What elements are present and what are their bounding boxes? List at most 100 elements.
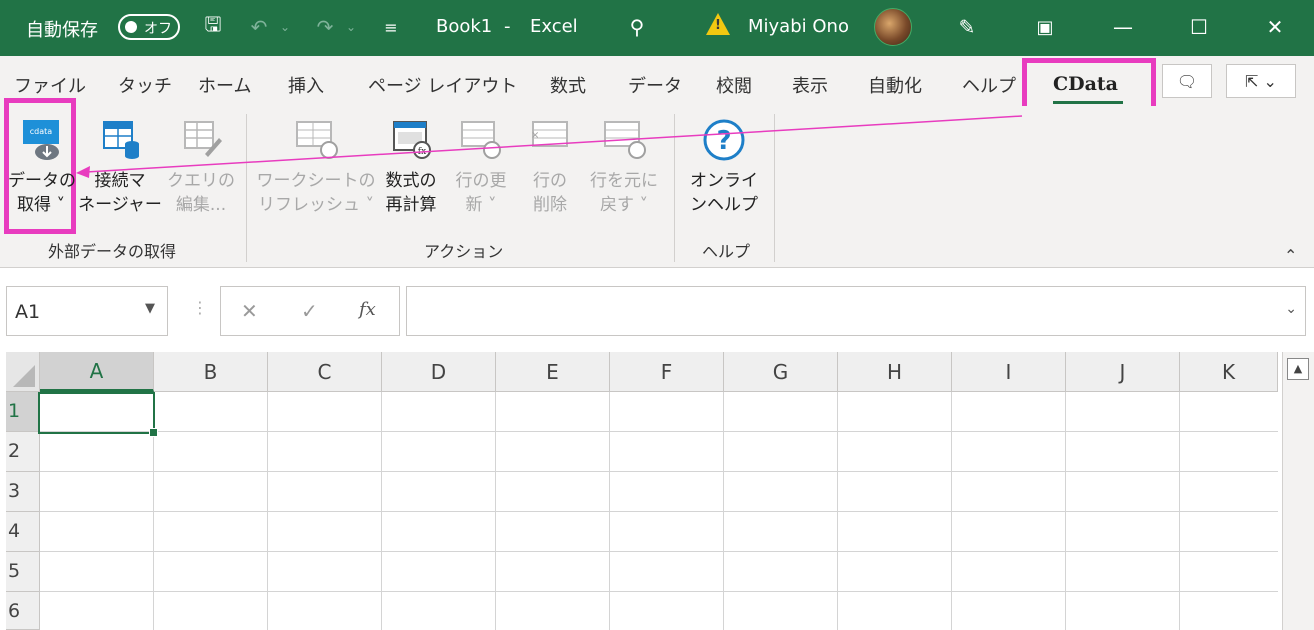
title-bar: 自動保存 オフ 🖫 ↶ ⌄ ↷ ⌄ ≡ Book1 - Excel ⚲ ! Mi…: [0, 0, 1314, 56]
column-header[interactable]: F: [610, 352, 724, 392]
row-header[interactable]: 6: [6, 592, 40, 630]
conn-mgr-line1: 接続マ: [94, 171, 146, 191]
row-header[interactable]: 3: [6, 472, 40, 512]
redo-dropdown-icon[interactable]: ⌄: [336, 12, 366, 42]
group-separator: [246, 114, 247, 262]
column-header[interactable]: A: [40, 352, 154, 392]
name-box[interactable]: A1 ▼: [6, 286, 168, 336]
vertical-scrollbar[interactable]: ▲: [1282, 352, 1314, 630]
column-header[interactable]: I: [952, 352, 1066, 392]
user-name[interactable]: Miyabi Ono: [748, 16, 849, 37]
svg-text:?: ?: [716, 126, 731, 156]
get-data-line2: 取得 ˅: [17, 195, 65, 215]
column-header[interactable]: K: [1180, 352, 1278, 392]
cell-area[interactable]: [40, 392, 1278, 630]
row-delete-line2: 削除: [533, 195, 567, 215]
tab-insert[interactable]: 挿入: [288, 72, 324, 98]
restore-row-icon: [604, 121, 646, 159]
formula-bar: A1 ▼ ⋮ ✕ ✓ fx ⌄: [0, 268, 1314, 352]
row-header[interactable]: 5: [6, 552, 40, 592]
minimize-icon[interactable]: —: [1108, 12, 1138, 42]
group-separator: [674, 114, 675, 262]
connection-manager-button[interactable]: 接続マ ネージャー: [78, 116, 162, 217]
insert-function-icon[interactable]: fx: [359, 299, 376, 320]
row-header[interactable]: 2: [6, 432, 40, 472]
edit-query-button[interactable]: クエリの編集...: [164, 116, 238, 217]
excel-window: 自動保存 オフ 🖫 ↶ ⌄ ↷ ⌄ ≡ Book1 - Excel ⚲ ! Mi…: [0, 0, 1314, 630]
enter-icon[interactable]: ✓: [301, 299, 318, 323]
ribbon-display-icon[interactable]: ▣: [1030, 12, 1060, 42]
conn-mgr-line2: ネージャー: [78, 195, 162, 215]
row-header[interactable]: 4: [6, 512, 40, 552]
column-header[interactable]: G: [724, 352, 838, 392]
row-restore-line1: 行を元に: [590, 171, 658, 191]
column-header[interactable]: E: [496, 352, 610, 392]
column-header[interactable]: C: [268, 352, 382, 392]
query-edit-line2: 編集...: [175, 195, 227, 215]
tab-file[interactable]: ファイル: [14, 72, 86, 98]
comments-button[interactable]: 🗨: [1162, 64, 1212, 98]
tab-cdata-label: CData: [1053, 73, 1118, 95]
query-edit-line1: クエリの: [167, 171, 235, 191]
share-button[interactable]: ⇱ ⌄: [1226, 64, 1296, 98]
formula-input[interactable]: ⌄: [406, 286, 1306, 336]
active-tab-underline: [1053, 101, 1123, 104]
active-cell[interactable]: [38, 392, 158, 437]
doc-title: Book1: [436, 16, 493, 37]
scroll-up-icon[interactable]: ▲: [1287, 358, 1309, 380]
tab-review[interactable]: 校閲: [716, 72, 752, 98]
connection-table-icon: [103, 121, 139, 159]
row-update-line1: 行の更: [455, 171, 507, 191]
expand-formula-icon[interactable]: ⌄: [1285, 301, 1297, 317]
tab-automate[interactable]: 自動化: [868, 72, 922, 98]
save-icon[interactable]: 🖫: [198, 12, 228, 42]
cancel-icon[interactable]: ✕: [241, 299, 258, 323]
maximize-icon[interactable]: ☐: [1184, 12, 1214, 42]
formula-bar-grip-icon[interactable]: ⋮: [192, 298, 208, 317]
autosave-toggle[interactable]: オフ: [118, 14, 180, 40]
get-data-button[interactable]: cdata データの 取得 ˅: [8, 116, 76, 217]
tab-home[interactable]: ホーム: [198, 72, 251, 98]
restore-row-button[interactable]: 行を元に 戻す ˅: [584, 116, 664, 217]
name-box-dropdown-icon[interactable]: ▼: [145, 301, 155, 316]
refresh-line2: リフレッシュ ˅: [258, 195, 374, 215]
warning-icon[interactable]: !: [706, 13, 730, 35]
refresh-worksheet-button[interactable]: ワークシートの リフレッシュ ˅: [256, 116, 376, 217]
app-name: Excel: [530, 16, 578, 37]
pen-icon[interactable]: ✎: [952, 12, 982, 42]
column-header[interactable]: J: [1066, 352, 1180, 392]
undo-dropdown-icon[interactable]: ⌄: [270, 12, 300, 42]
update-row-button[interactable]: 行の更新 ˅: [446, 116, 516, 217]
search-icon[interactable]: ⚲: [622, 12, 652, 42]
tab-page-layout[interactable]: ページ レイアウト: [368, 72, 517, 98]
delete-row-icon: ×: [531, 121, 568, 147]
column-header[interactable]: B: [154, 352, 268, 392]
tab-help[interactable]: ヘルプ: [962, 72, 1016, 98]
user-avatar[interactable]: [874, 8, 912, 46]
tab-view[interactable]: 表示: [792, 72, 828, 98]
toggle-knob: [125, 21, 137, 33]
column-header[interactable]: H: [838, 352, 952, 392]
tab-data[interactable]: データ: [628, 72, 682, 98]
group-label-help: ヘルプ: [702, 242, 751, 261]
tab-touch[interactable]: タッチ: [118, 72, 172, 98]
collapse-ribbon-icon[interactable]: ⌃: [1284, 246, 1297, 265]
close-icon[interactable]: ✕: [1260, 12, 1290, 42]
column-header[interactable]: D: [382, 352, 496, 392]
recalculate-button[interactable]: fx 数式の 再計算: [378, 116, 444, 217]
tab-formulas[interactable]: 数式: [550, 72, 586, 98]
online-help-button[interactable]: ? オンラインヘルプ: [684, 116, 764, 217]
calculator-icon: fx: [393, 121, 431, 159]
online-help-line1: オンライ: [690, 171, 758, 191]
share-icon: ⇱ ⌄: [1245, 71, 1277, 91]
delete-row-button[interactable]: × 行の 削除: [518, 116, 582, 217]
select-all-button[interactable]: [6, 352, 40, 392]
get-data-line1: データの: [8, 171, 76, 191]
ribbon-tabs: ファイル タッチ ホーム 挿入 ページ レイアウト 数式 データ 校閲 表示 自…: [0, 56, 1314, 114]
online-help-line2: ンヘルプ: [690, 195, 758, 215]
edit-table-icon: [184, 121, 222, 157]
row-header[interactable]: 1: [6, 392, 40, 432]
autosave-label: 自動保存: [26, 20, 98, 41]
row-update-line2: 新 ˅: [465, 195, 497, 215]
customize-qat-icon[interactable]: ≡: [376, 12, 406, 42]
